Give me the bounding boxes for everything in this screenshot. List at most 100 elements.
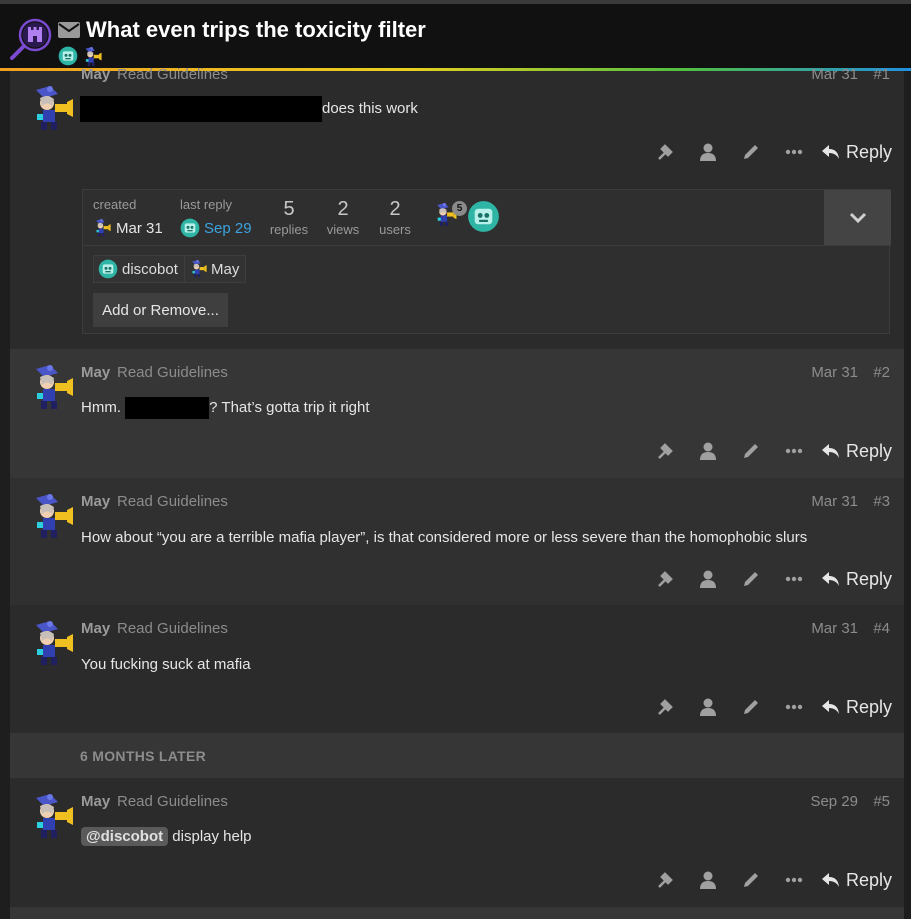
chevron-down-icon [849, 212, 866, 223]
post-number: #2 [873, 364, 890, 381]
topic-title[interactable]: What even trips the toxicity filter [86, 17, 426, 43]
discobot-avatar-icon[interactable] [58, 46, 78, 66]
post-number: #3 [873, 493, 890, 510]
post-text: does this work [322, 99, 418, 117]
may-avatar-icon[interactable] [82, 46, 102, 68]
users-label: users [379, 222, 411, 237]
edit-pencil-icon[interactable] [730, 564, 773, 594]
expand-topic-map-button[interactable] [824, 190, 891, 245]
post-body: does this work [80, 96, 418, 122]
may-avatar-icon[interactable] [93, 218, 111, 238]
more-dots-icon[interactable] [773, 692, 816, 722]
post-author[interactable]: May [81, 793, 110, 810]
reply-button[interactable]: Reply [821, 142, 892, 163]
created-label: created [93, 197, 137, 212]
post-user-title: Read Guidelines [117, 493, 228, 510]
post-date[interactable]: Mar 31 [811, 620, 858, 637]
post-actions: Reply [644, 137, 892, 167]
post-number: #4 [873, 620, 890, 637]
user-icon[interactable] [687, 865, 730, 895]
edit-pencil-icon[interactable] [730, 137, 773, 167]
may-avatar-icon [189, 259, 207, 279]
participant-name: May [211, 260, 240, 278]
user-icon[interactable] [687, 564, 730, 594]
post-date[interactable]: Mar 31 [811, 66, 858, 83]
envelope-icon [58, 22, 80, 38]
post-body: @discobot display help [81, 827, 252, 846]
topic-header: What even trips the toxicity filter [0, 0, 911, 69]
post-text: display help [172, 828, 252, 845]
user-icon[interactable] [687, 137, 730, 167]
may-avatar-icon[interactable] [28, 492, 74, 542]
redacted-block [80, 96, 322, 122]
reply-arrow-icon [821, 699, 839, 714]
post-number: #5 [873, 793, 890, 810]
post-date[interactable]: Mar 31 [811, 493, 858, 510]
topic-map-summary: created Mar 31 last reply Sep 29 5 repli… [83, 190, 891, 246]
user-icon[interactable] [687, 436, 730, 466]
post-number: #1 [873, 66, 890, 83]
admin-wrench-icon[interactable] [644, 436, 687, 466]
may-avatar-icon[interactable] [28, 792, 74, 842]
edit-pencil-icon[interactable] [730, 865, 773, 895]
next-post-edge [10, 907, 904, 919]
last-reply-label: last reply [180, 197, 233, 212]
mention-link[interactable]: @discobot [81, 827, 169, 846]
reply-button[interactable]: Reply [821, 569, 892, 590]
discobot-avatar-icon [98, 259, 118, 279]
site-logo-icon[interactable] [9, 18, 53, 62]
more-dots-icon[interactable] [773, 436, 816, 466]
post-body: How about “you are a terrible mafia play… [81, 529, 808, 546]
more-dots-icon[interactable] [773, 137, 816, 167]
post-4: May Read Guidelines Mar 31 #4 You fuckin… [10, 605, 904, 733]
header-participants [58, 46, 102, 68]
reply-button[interactable]: Reply [821, 696, 892, 718]
reply-label: Reply [845, 696, 892, 717]
edit-pencil-icon[interactable] [730, 692, 773, 722]
may-avatar-icon[interactable] [28, 84, 74, 134]
post-text: ? That’s gotta trip it right [209, 398, 370, 416]
post-date[interactable]: Mar 31 [811, 364, 858, 381]
discobot-avatar-icon[interactable] [467, 200, 500, 233]
reply-button[interactable]: Reply [821, 440, 892, 462]
post-user-title: Read Guidelines [117, 793, 228, 810]
post-date[interactable]: Sep 29 [810, 793, 858, 810]
redacted-block [125, 397, 210, 419]
may-avatar-icon[interactable] [28, 619, 74, 669]
post-author[interactable]: May [81, 364, 110, 381]
post-text: Hmm. [81, 398, 121, 416]
post-body: Hmm. ? That’s gotta trip it right [81, 397, 370, 419]
post-author[interactable]: May [81, 493, 110, 510]
post-body: You fucking suck at mafia [81, 656, 251, 673]
time-gap-label: 6 MONTHS LATER [80, 748, 207, 764]
post-actions: Reply [644, 865, 892, 895]
add-or-remove-button[interactable]: Add or Remove... [93, 293, 228, 327]
reply-label: Reply [845, 440, 892, 461]
participant-chip-may[interactable]: May [184, 255, 247, 283]
discobot-avatar-icon[interactable] [180, 218, 200, 238]
post-author[interactable]: May [81, 66, 110, 83]
last-reply-date[interactable]: Sep 29 [204, 220, 252, 237]
admin-wrench-icon[interactable] [644, 137, 687, 167]
post-actions: Reply [644, 564, 892, 594]
reply-arrow-icon [821, 144, 839, 159]
may-avatar-icon[interactable] [28, 363, 74, 413]
poster-count-badge: 5 [452, 201, 467, 216]
post-author[interactable]: May [81, 620, 110, 637]
reply-button[interactable]: Reply [821, 870, 892, 891]
replies-count: 5 [283, 198, 295, 220]
admin-wrench-icon[interactable] [644, 564, 687, 594]
participant-chip-discobot[interactable]: discobot [93, 255, 185, 283]
admin-wrench-icon[interactable] [644, 692, 687, 722]
post-user-title: Read Guidelines [117, 66, 228, 83]
edit-pencil-icon[interactable] [730, 436, 773, 466]
user-icon[interactable] [687, 692, 730, 722]
more-dots-icon[interactable] [773, 865, 816, 895]
post-2: May Read Guidelines Mar 31 #2 Hmm. ? Tha… [10, 349, 904, 478]
more-dots-icon[interactable] [773, 564, 816, 594]
admin-wrench-icon[interactable] [644, 865, 687, 895]
created-date: Mar 31 [116, 220, 163, 237]
reply-arrow-icon [821, 872, 839, 887]
post-actions: Reply [644, 692, 892, 722]
replies-label: replies [269, 222, 309, 237]
